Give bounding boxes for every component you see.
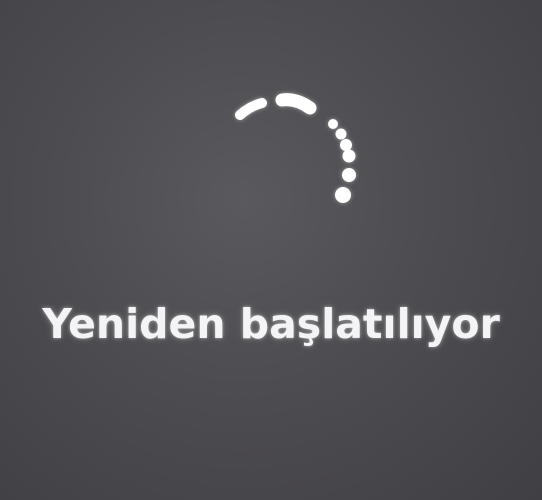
spinner-dot [235,98,267,120]
spinner-dot [275,93,317,115]
spinner-dot [335,128,347,140]
spinner-dot [342,149,356,163]
loading-spinner-icon [226,84,366,214]
spinner-dot [342,168,356,182]
spinner-dot [335,187,351,203]
restart-screen: Yeniden başlatılıyor [0,0,542,500]
spinner-dot [328,119,338,129]
loading-spinner-graphic [235,93,356,203]
restarting-status-text: Yeniden başlatılıyor [42,300,500,348]
spinner-dot [340,139,352,151]
